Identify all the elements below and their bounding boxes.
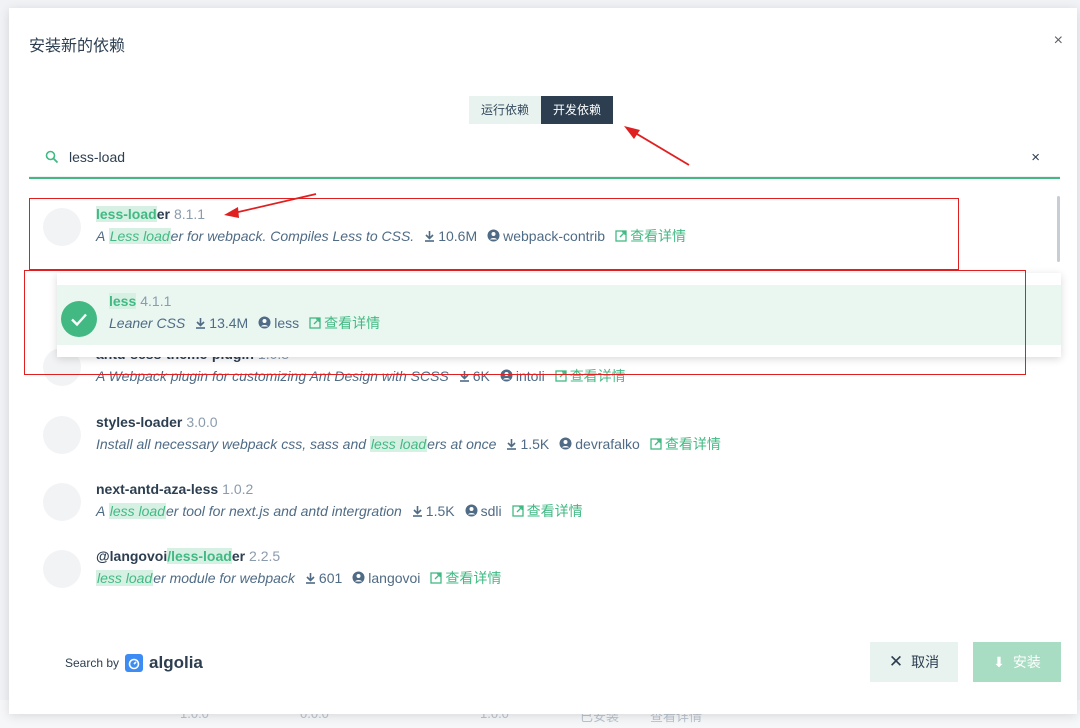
download-count: 601 <box>318 570 343 586</box>
tab-runtime-deps[interactable]: 运行依赖 <box>469 96 542 124</box>
name-rest: er <box>231 548 246 564</box>
results-scrollbar[interactable] <box>1057 196 1060 262</box>
user-icon <box>559 437 572 450</box>
external-link-icon <box>511 505 524 517</box>
package-description: A less loader tool for next.js and antd … <box>96 501 583 521</box>
package-author[interactable]: devrafalko <box>575 436 640 452</box>
close-icon[interactable]: × <box>1054 33 1063 49</box>
details-link[interactable]: 查看详情 <box>445 570 501 586</box>
annotation-box <box>29 198 959 270</box>
package-search[interactable]: less-load × <box>29 139 1060 179</box>
download-count: 1.5K <box>425 503 455 519</box>
algolia-attribution[interactable]: Search by algolia <box>65 653 203 673</box>
desc-text: Install all necessary webpack css, sass … <box>96 436 370 452</box>
install-label: 安装 <box>1012 654 1041 670</box>
desc-highlight: less load <box>108 503 166 519</box>
annotation-box <box>24 270 1026 375</box>
package-version: 1.0.2 <box>222 481 254 497</box>
cancel-button[interactable]: ✕ 取消 <box>870 642 958 682</box>
name-text: next-antd-aza-less <box>96 481 219 497</box>
result-item[interactable]: styles-loader 3.0.0 Install all necessary… <box>29 404 1029 464</box>
close-icon: ✕ <box>888 652 904 671</box>
install-button[interactable]: ⬇ 安装 <box>973 642 1061 682</box>
desc-text: A <box>96 503 109 519</box>
result-item[interactable]: @langovoi/less-loader 2.2.5 less loader m… <box>29 538 1029 598</box>
tab-dev-deps[interactable]: 开发依赖 <box>541 96 614 124</box>
details-link[interactable]: 查看详情 <box>665 436 721 452</box>
download-icon <box>412 506 422 517</box>
desc-highlight: less load <box>369 436 428 452</box>
desc-text: ers at once <box>427 436 497 452</box>
desc-text: er module for webpack <box>153 570 295 586</box>
name-text: @langovoi <box>96 548 168 564</box>
desc-text: er tool for next.js and antd intergratio… <box>165 503 402 519</box>
package-avatar <box>43 550 81 588</box>
clear-search-icon[interactable]: × <box>1031 149 1040 166</box>
desc-highlight: less load <box>96 570 154 586</box>
algolia-icon <box>125 654 144 672</box>
user-icon <box>465 504 478 517</box>
details-link[interactable]: 查看详情 <box>527 503 583 519</box>
package-name: @langovoi/less-loader 2.2.5 <box>96 548 280 564</box>
package-description: less loader module for webpack 601 langovo… <box>96 568 501 588</box>
download-icon: ⬇ <box>993 654 1005 670</box>
package-name: next-antd-aza-less 1.0.2 <box>96 481 253 497</box>
dependency-type-toggle: 运行依赖 开发依赖 <box>469 96 614 124</box>
external-link-icon <box>430 572 443 584</box>
algolia-wordmark: algolia <box>149 653 203 672</box>
package-avatar <box>43 416 81 454</box>
download-icon <box>305 573 315 584</box>
external-link-icon <box>650 438 662 450</box>
package-description: Install all necessary webpack css, sass … <box>96 434 721 454</box>
package-avatar <box>43 483 81 521</box>
package-author[interactable]: langovoi <box>368 570 420 586</box>
name-text: styles-loader <box>96 414 183 430</box>
search-by-label: Search by <box>65 656 120 670</box>
package-author[interactable]: sdli <box>481 503 502 519</box>
search-input[interactable]: less-load <box>69 149 125 165</box>
user-icon <box>352 571 365 584</box>
cancel-label: 取消 <box>911 654 940 670</box>
download-count: 1.5K <box>520 436 550 452</box>
package-version: 3.0.0 <box>186 414 218 430</box>
search-icon <box>45 150 59 164</box>
dialog-title: 安装新的依赖 <box>29 38 126 55</box>
name-highlight: /less-load <box>167 548 232 564</box>
package-version: 2.2.5 <box>249 548 281 564</box>
result-item[interactable]: next-antd-aza-less 1.0.2 A less loader to… <box>29 471 1029 531</box>
package-name: styles-loader 3.0.0 <box>96 414 218 430</box>
download-icon <box>507 439 517 450</box>
